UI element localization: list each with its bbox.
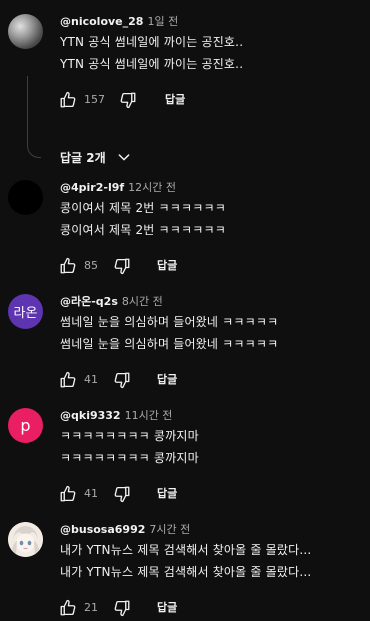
like-count: 85 [84, 259, 98, 272]
like-button[interactable] [57, 89, 79, 111]
reply-button[interactable]: 답글 [157, 372, 177, 388]
thumbs-down-icon [120, 92, 136, 109]
dislike-button[interactable] [111, 255, 133, 277]
thumbs-down-icon [114, 258, 130, 275]
avatar[interactable] [8, 180, 43, 215]
author-name[interactable]: @qki9332 [60, 409, 121, 422]
like-count: 157 [84, 93, 105, 106]
dislike-button[interactable] [117, 89, 139, 111]
comment-text-line: YTN 공식 썸네일에 까이는 공진호.. [60, 57, 244, 71]
avatar-initials: p [20, 416, 31, 435]
thumbs-down-icon [114, 486, 130, 503]
timestamp[interactable]: 12시간 전 [128, 181, 176, 194]
dislike-button[interactable] [111, 483, 133, 505]
author-name[interactable]: @nicolove_28 [60, 15, 143, 28]
reply-button[interactable]: 답글 [157, 600, 177, 616]
comment-actions: 157 답글 [0, 89, 370, 113]
thumbs-up-icon [60, 371, 76, 388]
comment-text-line: 콩이여서 제목 2번 ㅋㅋㅋㅋㅋㅋ [60, 223, 226, 237]
comment-header: @라온-q2s 8시간 전 [60, 295, 163, 309]
comment-text-line: ㅋㅋㅋㅋㅋㅋㅋㅋ 콩까지마 [60, 429, 199, 443]
comment: @nicolove_28 1일 전 YTN 공식 썸네일에 까이는 공진호.. Y… [0, 14, 370, 165]
dislike-button[interactable] [111, 369, 133, 391]
comment-text-line: 내가 YTN뉴스 제목 검색해서 찾아올 줄 몰랐다... [60, 565, 312, 579]
reply-button[interactable]: 답글 [165, 92, 185, 108]
thumbs-up-icon [60, 485, 76, 502]
comment-text-line: 썸네일 눈을 의심하며 들어왔네 ㅋㅋㅋㅋㅋ [60, 337, 279, 351]
comment-actions: 41 답글 [0, 369, 370, 393]
comment-text-line: 내가 YTN뉴스 제목 검색해서 찾아올 줄 몰랐다... [60, 543, 312, 557]
author-name[interactable]: @4pir2-l9f [60, 181, 124, 194]
author-name[interactable]: @라온-q2s [60, 295, 118, 308]
timestamp[interactable]: 7시간 전 [149, 523, 190, 536]
comment-text-line: ㅋㅋㅋㅋㅋㅋㅋㅋ 콩까지마 [60, 451, 199, 465]
thumbs-up-icon [60, 91, 76, 108]
like-count: 41 [84, 373, 98, 386]
comment-header: @4pir2-l9f 12시간 전 [60, 181, 176, 195]
author-name[interactable]: @busosa6992 [60, 523, 145, 536]
comment-actions: 41 답글 [0, 483, 370, 507]
comment-actions: 21 답글 [0, 597, 370, 621]
timestamp[interactable]: 11시간 전 [125, 409, 173, 422]
like-button[interactable] [57, 597, 79, 619]
like-count: 21 [84, 601, 98, 614]
like-count: 41 [84, 487, 98, 500]
comment-text-line: YTN 공식 썸네일에 까이는 공진호.. [60, 35, 244, 49]
comment: @4pir2-l9f 12시간 전 콩이여서 제목 2번 ㅋㅋㅋㅋㅋㅋ 콩이여서 … [0, 180, 370, 280]
avatar[interactable] [8, 14, 43, 49]
comment-text-line: 썸네일 눈을 의심하며 들어왔네 ㅋㅋㅋㅋㅋ [60, 315, 279, 329]
thumbs-up-icon [60, 257, 76, 274]
chevron-down-icon [116, 149, 132, 165]
like-button[interactable] [57, 369, 79, 391]
timestamp[interactable]: 8시간 전 [122, 295, 163, 308]
comment: 라온 @라온-q2s 8시간 전 썸네일 눈을 의심하며 들어왔네 ㅋㅋㅋㅋㅋ 썸… [0, 294, 370, 394]
thumbs-down-icon [114, 600, 130, 617]
avatar[interactable]: p [8, 408, 43, 443]
like-button[interactable] [57, 483, 79, 505]
avatar-initials: 라온 [13, 306, 38, 321]
reply-button[interactable]: 답글 [157, 486, 177, 502]
like-button[interactable] [57, 255, 79, 277]
thumbs-down-icon [114, 372, 130, 389]
timestamp[interactable]: 1일 전 [147, 15, 178, 28]
comment-actions: 85 답글 [0, 255, 370, 279]
reply-button[interactable]: 답글 [157, 258, 177, 274]
comment-header: @busosa6992 7시간 전 [60, 523, 190, 537]
avatar[interactable] [8, 522, 43, 557]
anime-avatar-icon [8, 522, 43, 557]
dislike-button[interactable] [111, 597, 133, 619]
thumbs-up-icon [60, 599, 76, 616]
thread-connector [27, 76, 41, 158]
avatar[interactable]: 라온 [8, 294, 43, 329]
replies-label: 답글 2개 [60, 150, 106, 165]
comment: @busosa6992 7시간 전 내가 YTN뉴스 제목 검색해서 찾아올 줄 … [0, 522, 370, 621]
comment-text-line: 콩이여서 제목 2번 ㅋㅋㅋㅋㅋㅋ [60, 201, 226, 215]
comment-list: @nicolove_28 1일 전 YTN 공식 썸네일에 까이는 공진호.. Y… [0, 0, 370, 621]
comment-header: @qki9332 11시간 전 [60, 409, 172, 423]
comment-header: @nicolove_28 1일 전 [60, 15, 178, 29]
comment: p @qki9332 11시간 전 ㅋㅋㅋㅋㅋㅋㅋㅋ 콩까지마 ㅋㅋㅋㅋㅋㅋㅋㅋ … [0, 408, 370, 508]
view-replies-button[interactable]: 답글 2개 [60, 148, 132, 166]
